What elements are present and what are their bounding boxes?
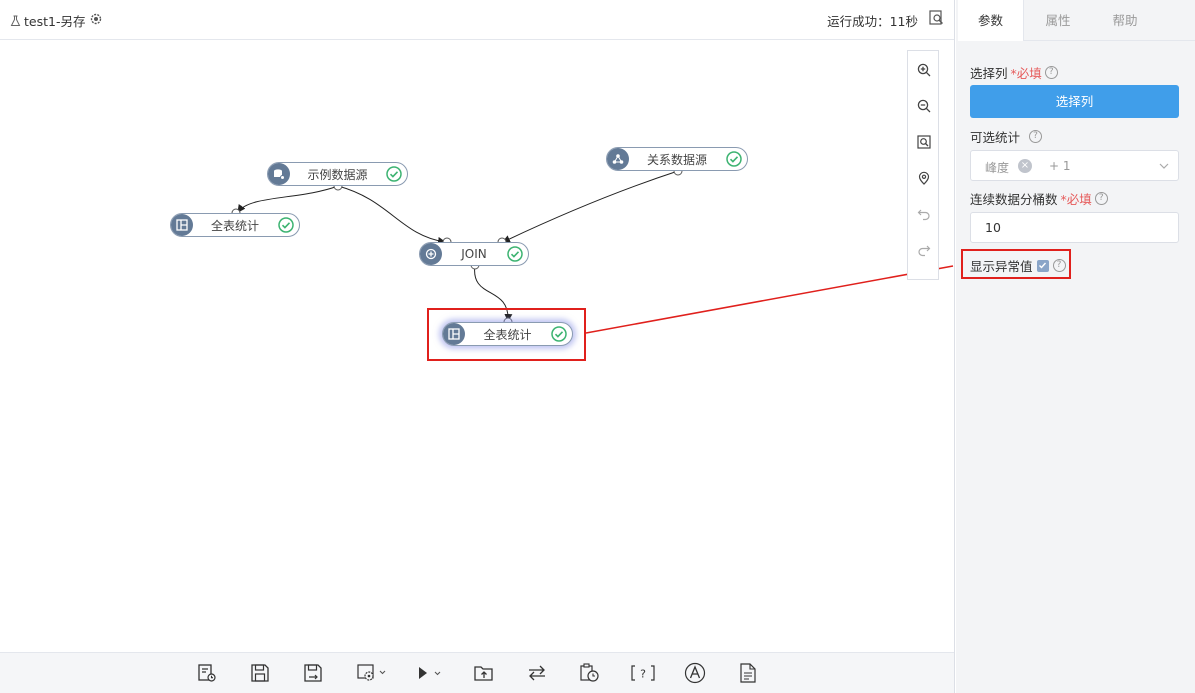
schedule-icon[interactable] <box>197 662 217 684</box>
flow-title-text: test1-另存 <box>24 14 86 29</box>
bottom-toolbar: ? <box>0 652 954 693</box>
node-label: 示例数据源 <box>307 167 368 182</box>
canvas-panel: test1-另存 运行成功：11秒 示例数据源 全表统计 关系数据源 JOIN … <box>0 0 955 693</box>
tag-remove-icon[interactable]: × <box>1018 159 1032 173</box>
save-as-icon[interactable] <box>303 662 323 684</box>
zoom-in-icon[interactable] <box>915 61 933 79</box>
flow-title[interactable]: test1-另存 <box>10 11 85 30</box>
table-stats-icon <box>171 214 193 236</box>
select-columns-label: 选择列 *必填 ? <box>970 63 1058 82</box>
help-bracket-icon[interactable]: ? <box>630 662 656 684</box>
field-label: 选择列 <box>970 66 1008 81</box>
help-icon[interactable]: ? <box>1044 66 1058 79</box>
tab-params[interactable]: 参数 <box>958 0 1024 41</box>
node-relational-source[interactable]: 关系数据源 <box>606 147 748 171</box>
fit-view-icon[interactable] <box>915 133 933 151</box>
save-icon[interactable] <box>250 662 270 684</box>
highlight-box-outliers <box>961 249 1071 279</box>
highlight-box-node <box>427 308 586 361</box>
run-dropdown-icon[interactable] <box>416 662 444 684</box>
run-status: 运行成功：11秒 <box>827 14 918 29</box>
node-label: 关系数据源 <box>646 152 707 167</box>
field-label: 可选统计 <box>970 130 1021 145</box>
required-marker: *必填 <box>1010 66 1042 81</box>
locate-icon[interactable] <box>915 169 933 187</box>
properties-panel: 参数 属性 帮助 选择列 *必填 ? 选择列 可选统计 ? 峰度 × + 1 连… <box>956 0 1195 693</box>
run-log-icon[interactable] <box>929 10 944 26</box>
required-marker: *必填 <box>1060 192 1092 207</box>
flask-icon <box>10 15 21 27</box>
success-check-icon <box>725 150 743 168</box>
select-columns-button[interactable]: 选择列 <box>970 85 1179 118</box>
node-join[interactable]: JOIN <box>419 242 529 266</box>
relational-db-icon <box>607 148 629 170</box>
field-label: 连续数据分桶数 <box>970 192 1058 207</box>
bucket-count-input[interactable]: 10 <box>970 212 1179 243</box>
chevron-down-icon[interactable] <box>1158 160 1170 172</box>
stat-more-count: + 1 <box>1049 159 1071 173</box>
tab-properties[interactable]: 属性 <box>1024 0 1092 41</box>
document-icon[interactable] <box>738 662 758 684</box>
node-label: JOIN <box>461 247 487 261</box>
node-sample-source[interactable]: 示例数据源 <box>267 162 408 186</box>
success-check-icon <box>277 216 295 234</box>
node-full-stats[interactable]: 全表统计 <box>170 213 300 237</box>
settings-dropdown-icon[interactable] <box>356 662 388 684</box>
tab-help[interactable]: 帮助 <box>1092 0 1158 41</box>
help-icon[interactable]: ? <box>1029 130 1043 143</box>
success-check-icon <box>506 245 524 263</box>
stat-tag: 峰度 <box>985 161 1010 175</box>
bucket-count-label: 连续数据分桶数 *必填 ? <box>970 189 1108 208</box>
publish-icon[interactable] <box>473 662 495 684</box>
canvas-topbar: test1-另存 运行成功：11秒 <box>0 0 954 40</box>
database-icon <box>268 163 290 185</box>
gear-icon[interactable] <box>89 12 103 26</box>
node-label: 全表统计 <box>210 218 259 233</box>
zoom-out-icon[interactable] <box>915 97 933 115</box>
optional-stats-label: 可选统计 ? <box>970 127 1043 146</box>
success-check-icon <box>385 165 403 183</box>
tab-divider <box>1024 40 1195 41</box>
svg-text:?: ? <box>640 668 646 681</box>
font-icon[interactable] <box>684 662 706 684</box>
redo-icon[interactable] <box>915 241 933 259</box>
switch-icon[interactable] <box>526 662 548 684</box>
history-icon[interactable] <box>579 662 601 684</box>
join-icon <box>420 243 442 265</box>
zoom-toolbar <box>907 50 939 280</box>
undo-icon[interactable] <box>915 205 933 223</box>
optional-stats-select[interactable]: 峰度 × + 1 <box>970 150 1179 181</box>
help-icon[interactable]: ? <box>1094 192 1108 205</box>
